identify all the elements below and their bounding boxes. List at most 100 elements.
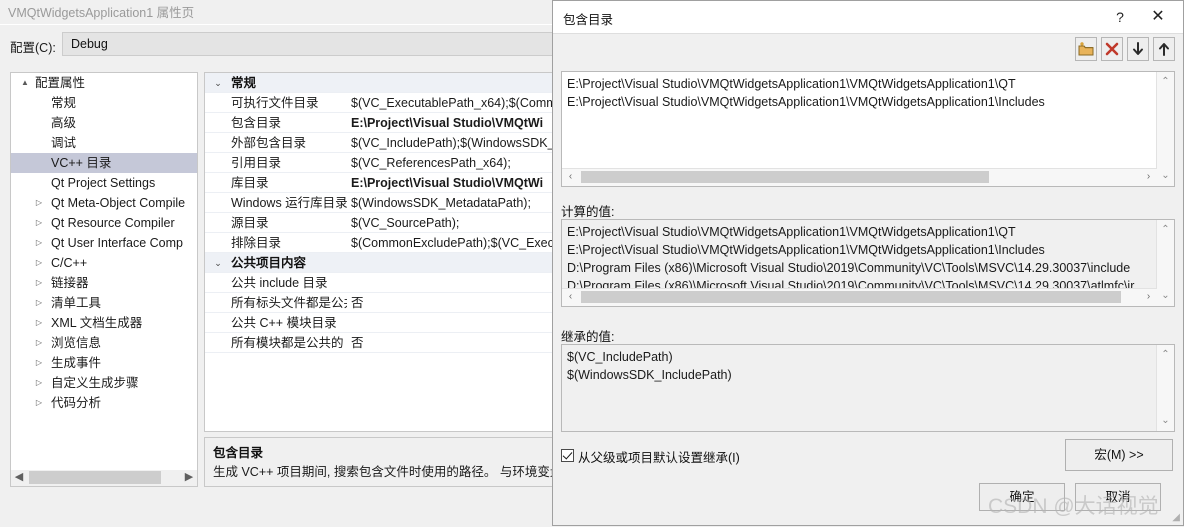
include-directories-lines[interactable]: E:\Project\Visual Studio\VMQtWidgetsAppl… [567, 75, 1156, 111]
scroll-left-icon[interactable]: ‹ [562, 289, 579, 305]
include-path-line[interactable]: E:\Project\Visual Studio\VMQtWidgetsAppl… [567, 93, 1156, 111]
tree-item-7[interactable]: ▷ Qt Resource Compiler [11, 213, 197, 233]
tree-item-13[interactable]: ▷ 浏览信息 [11, 333, 197, 353]
evaluated-vertical-scrollbar[interactable]: ⌃ ⌄ [1156, 220, 1174, 306]
scroll-up-icon[interactable]: ⌃ [1157, 347, 1174, 363]
chevron-down-icon[interactable]: ⌄ [211, 73, 225, 93]
grid-property-value[interactable]: $(WindowsSDK_MetadataPath); [351, 193, 555, 213]
expander-icon[interactable]: ▷ [33, 313, 45, 333]
grid-category-row[interactable]: ⌄ 公共项目内容 [205, 253, 555, 273]
grid-property-value[interactable]: $(CommonExcludePath);$(VC_Execu [351, 233, 555, 253]
evaluated-horizontal-scrollbar[interactable]: ‹ › [562, 288, 1157, 306]
ok-button[interactable]: 确定 [979, 483, 1065, 511]
scroll-thumb[interactable] [581, 171, 989, 183]
close-icon[interactable]: ✕ [1143, 5, 1173, 29]
tree-item-8[interactable]: ▷ Qt User Interface Comp [11, 233, 197, 253]
inherit-checkbox[interactable] [561, 449, 574, 462]
tree-horizontal-scrollbar[interactable]: ◀ ▶ [10, 470, 198, 487]
grid-property-row[interactable]: 所有模块都是公共的否 [205, 333, 555, 353]
scroll-right-icon[interactable]: ▶ [181, 470, 197, 485]
expander-icon[interactable]: ▲ [19, 73, 31, 93]
tree-item-14[interactable]: ▷ 生成事件 [11, 353, 197, 373]
evaluated-value-box[interactable]: E:\Project\Visual Studio\VMQtWidgetsAppl… [561, 219, 1175, 307]
tree-item-5[interactable]: Qt Project Settings [11, 173, 197, 193]
tree-item-16[interactable]: ▷ 代码分析 [11, 393, 197, 413]
move-down-button[interactable] [1127, 37, 1149, 61]
expander-icon[interactable]: ▷ [33, 253, 45, 273]
scroll-down-icon[interactable]: ⌄ [1157, 413, 1174, 429]
grid-property-row[interactable]: 引用目录 $(VC_ReferencesPath_x64); [205, 153, 555, 173]
grid-property-name: 公共 C++ 模块目录 [231, 316, 337, 330]
scroll-up-icon[interactable]: ⌃ [1157, 74, 1174, 90]
grid-property-value[interactable]: $(VC_SourcePath); [351, 213, 555, 233]
grid-property-row[interactable]: 源目录 $(VC_SourcePath); [205, 213, 555, 233]
grid-property-row[interactable]: 所有标头文件都是公共否 [205, 293, 555, 313]
property-grid[interactable]: ⌄ 常规 可执行文件目录 $(VC_ExecutablePath_x64);$(Com… [204, 72, 556, 432]
chevron-down-icon[interactable]: ⌄ [211, 253, 225, 273]
scroll-down-icon[interactable]: ⌄ [1157, 288, 1174, 304]
grid-property-value[interactable]: $(VC_ExecutablePath_x64);$(Commo [351, 93, 555, 113]
tree-item-6[interactable]: ▷ Qt Meta-Object Compile [11, 193, 197, 213]
expander-icon[interactable]: ▷ [33, 353, 45, 373]
scroll-left-icon[interactable]: ◀ [11, 470, 27, 485]
tree-item-10[interactable]: ▷ 链接器 [11, 273, 197, 293]
scroll-thumb[interactable] [29, 471, 161, 484]
cancel-button[interactable]: 取消 [1075, 483, 1161, 511]
grid-property-row[interactable]: 可执行文件目录 $(VC_ExecutablePath_x64);$(Commo [205, 93, 555, 113]
tree-item-0[interactable]: ▲ 配置属性 [11, 73, 197, 93]
new-folder-button[interactable] [1075, 37, 1097, 61]
grid-property-value[interactable]: $(VC_IncludePath);$(WindowsSDK_I [351, 133, 555, 153]
expander-icon[interactable]: ▷ [33, 213, 45, 233]
list-toolbar [1075, 37, 1175, 63]
inherited-vertical-scrollbar[interactable]: ⌃ ⌄ [1156, 345, 1174, 431]
scroll-right-icon[interactable]: › [1140, 169, 1157, 185]
dialog-title: 包含目录 [563, 13, 614, 27]
scroll-thumb[interactable] [581, 291, 1121, 303]
grid-property-row[interactable]: Windows 运行库目录 $(WindowsSDK_MetadataPath); [205, 193, 555, 213]
resize-grip-icon[interactable]: ◢ [1172, 512, 1180, 523]
tree-item-2[interactable]: 高级 [11, 113, 197, 133]
grid-property-name: 所有模块都是公共的 [231, 336, 344, 350]
inherited-value-box[interactable]: $(VC_IncludePath) $(WindowsSDK_IncludePat… [561, 344, 1175, 432]
tree-item-12[interactable]: ▷ XML 文档生成器 [11, 313, 197, 333]
expander-icon[interactable]: ▷ [33, 273, 45, 293]
tree-item-9[interactable]: ▷ C/C++ [11, 253, 197, 273]
grid-property-row[interactable]: 排除目录 $(CommonExcludePath);$(VC_Execu [205, 233, 555, 253]
grid-property-value[interactable]: 否 [351, 333, 555, 353]
grid-property-row[interactable]: 外部包含目录 $(VC_IncludePath);$(WindowsSDK_I [205, 133, 555, 153]
include-path-line[interactable]: E:\Project\Visual Studio\VMQtWidgetsAppl… [567, 75, 1156, 93]
tree-item-1[interactable]: 常规 [11, 93, 197, 113]
help-icon[interactable]: ? [1107, 5, 1133, 29]
grid-property-row[interactable]: 公共 C++ 模块目录 [205, 313, 555, 333]
expander-icon[interactable]: ▷ [33, 293, 45, 313]
scroll-left-icon[interactable]: ‹ [562, 169, 579, 185]
expander-icon[interactable]: ▷ [33, 193, 45, 213]
move-up-button[interactable] [1153, 37, 1175, 61]
include-directories-editor[interactable]: E:\Project\Visual Studio\VMQtWidgetsAppl… [561, 71, 1175, 187]
grid-property-row[interactable]: 公共 include 目录 [205, 273, 555, 293]
tree-item-15[interactable]: ▷ 自定义生成步骤 [11, 373, 197, 393]
macro-button[interactable]: 宏(M) >> [1065, 439, 1173, 471]
description-pane: 包含目录 生成 VC++ 项目期间, 搜索包含文件时使用的路径。 与环境变量 [204, 437, 556, 487]
configuration-tree[interactable]: ▲ 配置属性 常规 高级 调试 VC++ 目录 Qt Project Settings ▷ Qt… [10, 72, 198, 487]
expander-icon[interactable]: ▷ [33, 233, 45, 253]
scroll-up-icon[interactable]: ⌃ [1157, 222, 1174, 238]
tree-item-4[interactable]: VC++ 目录 [11, 153, 197, 173]
grid-property-row[interactable]: 包含目录 E:\Project\Visual Studio\VMQtWi [205, 113, 555, 133]
expander-icon[interactable]: ▷ [33, 373, 45, 393]
tree-item-3[interactable]: 调试 [11, 133, 197, 153]
delete-button[interactable] [1101, 37, 1123, 61]
grid-property-value[interactable]: E:\Project\Visual Studio\VMQtWi [351, 173, 555, 193]
grid-property-value[interactable]: E:\Project\Visual Studio\VMQtWi [351, 113, 555, 133]
scroll-right-icon[interactable]: › [1140, 289, 1157, 305]
editor-horizontal-scrollbar[interactable]: ‹ › [562, 168, 1157, 186]
grid-property-value[interactable]: 否 [351, 293, 555, 313]
grid-property-value[interactable]: $(VC_ReferencesPath_x64); [351, 153, 555, 173]
expander-icon[interactable]: ▷ [33, 333, 45, 353]
grid-property-row[interactable]: 库目录 E:\Project\Visual Studio\VMQtWi [205, 173, 555, 193]
expander-icon[interactable]: ▷ [33, 393, 45, 413]
grid-category-row[interactable]: ⌄ 常规 [205, 73, 555, 93]
tree-item-11[interactable]: ▷ 清单工具 [11, 293, 197, 313]
scroll-down-icon[interactable]: ⌄ [1157, 168, 1174, 184]
editor-vertical-scrollbar[interactable]: ⌃ ⌄ [1156, 72, 1174, 186]
